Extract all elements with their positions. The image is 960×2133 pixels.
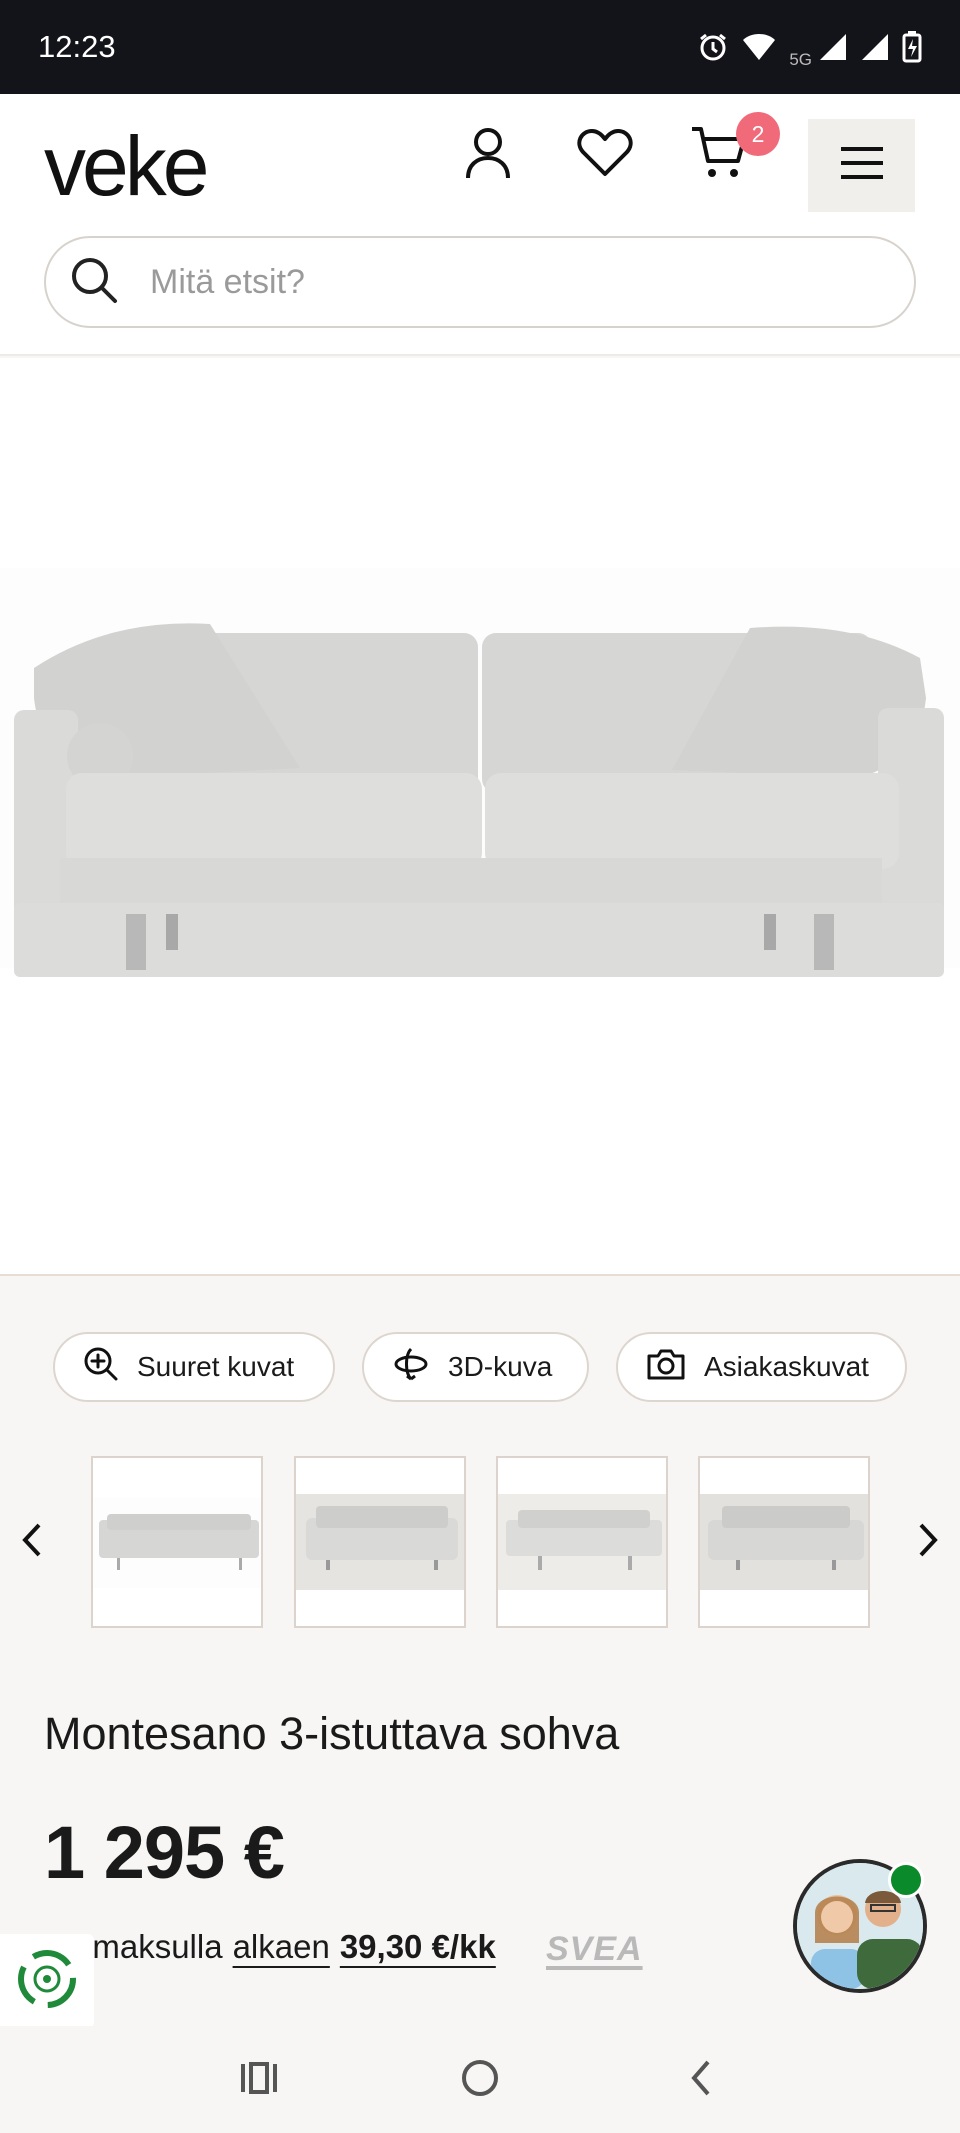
network-label: 5G xyxy=(789,50,812,69)
thumbnail-2[interactable] xyxy=(294,1456,466,1628)
recent-apps-button[interactable] xyxy=(229,2050,289,2110)
back-icon xyxy=(688,2058,712,2103)
rotate-3d-icon xyxy=(392,1346,430,1389)
product-main-image[interactable] xyxy=(0,358,960,1276)
alarm-icon xyxy=(697,31,729,63)
product-title: Montesano 3-istuttava sohva xyxy=(44,1708,620,1759)
thumbnail-1[interactable] xyxy=(91,1456,263,1628)
chevron-left-icon xyxy=(21,1522,43,1563)
signal-icon xyxy=(818,32,848,62)
account-button[interactable] xyxy=(453,120,523,190)
veke-logo[interactable]: veke xyxy=(44,124,209,208)
home-icon xyxy=(460,2058,500,2103)
thumbnails-prev-button[interactable] xyxy=(12,1520,52,1564)
sofa-image xyxy=(0,568,960,977)
search-icon xyxy=(70,256,118,309)
wishlist-button[interactable] xyxy=(570,120,640,190)
3d-view-button[interactable]: 3D-kuva xyxy=(362,1332,589,1402)
signal-icon xyxy=(860,32,890,62)
recycle-icon xyxy=(15,1947,79,2016)
thumbnail-4[interactable] xyxy=(698,1456,870,1628)
heart-icon xyxy=(577,128,633,183)
chevron-right-icon xyxy=(917,1522,939,1563)
battery-charging-icon xyxy=(902,31,922,63)
account-icon xyxy=(463,126,513,185)
installment-info: ämaksulla alkaen 39,30 €/kk xyxy=(44,1928,496,1966)
home-button[interactable] xyxy=(450,2050,510,2110)
status-bar: 12:23 5G xyxy=(0,0,960,94)
zoom-in-icon xyxy=(83,1346,119,1389)
large-images-button[interactable]: Suuret kuvat xyxy=(53,1332,335,1402)
customer-images-label: Asiakaskuvat xyxy=(704,1351,869,1382)
product-price: 1 295 € xyxy=(44,1811,285,1894)
menu-button[interactable] xyxy=(808,119,915,212)
installment-amount[interactable]: 39,30 €/kk xyxy=(340,1928,496,1966)
menu-icon xyxy=(839,146,885,185)
cart-button[interactable]: 2 xyxy=(684,112,780,190)
installment-from[interactable]: alkaen xyxy=(233,1928,330,1966)
eco-badge[interactable] xyxy=(0,1934,94,2028)
back-button[interactable] xyxy=(670,2050,730,2110)
3d-view-label: 3D-kuva xyxy=(448,1351,553,1382)
online-status-dot xyxy=(888,1862,924,1898)
customer-images-button[interactable]: Asiakaskuvat xyxy=(616,1332,907,1402)
site-header: veke 2 Mitä etsit? xyxy=(0,94,960,356)
wifi-icon xyxy=(741,32,777,62)
large-images-label: Suuret kuvat xyxy=(137,1351,295,1382)
status-time: 12:23 xyxy=(38,29,116,64)
status-icons: 5G xyxy=(697,24,922,70)
svea-logo: SVEA xyxy=(546,1930,643,1968)
camera-icon xyxy=(646,1347,686,1388)
search-placeholder: Mitä etsit? xyxy=(150,262,305,301)
cart-count-badge: 2 xyxy=(736,112,780,156)
thumbnails-next-button[interactable] xyxy=(908,1520,948,1564)
search-input[interactable]: Mitä etsit? xyxy=(44,236,916,328)
system-nav-bar xyxy=(0,2026,960,2133)
recent-apps-icon xyxy=(239,2061,279,2100)
thumbnail-3[interactable] xyxy=(496,1456,668,1628)
